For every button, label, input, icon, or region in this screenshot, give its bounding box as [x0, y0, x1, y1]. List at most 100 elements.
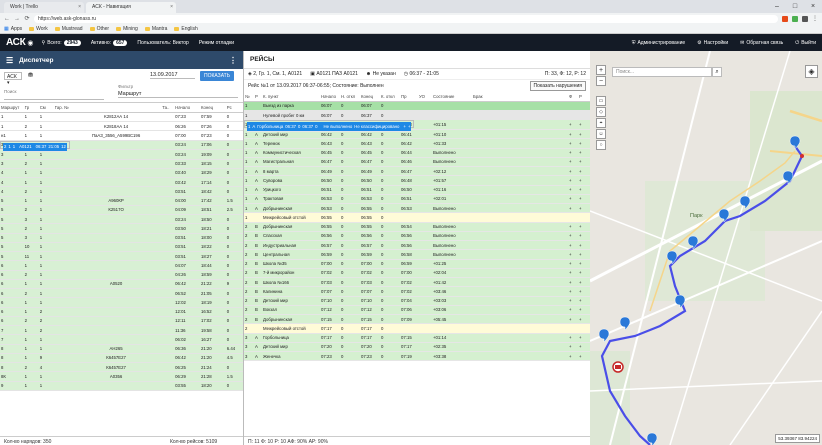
table-row[interactable]: 2 В Добрынинская 06:55 0 06:55 0 06:54 Выполнено… — [244, 222, 590, 232]
table-row[interactable]: 6 1 1 04:07 18:44 0 — [0, 260, 243, 271]
extension-icon[interactable] — [792, 15, 798, 22]
feedback-link[interactable]: ✉ Обратная связь — [740, 40, 783, 46]
table-row[interactable]: 5 3 1 03:24 18:50 0 — [0, 214, 243, 225]
column-header[interactable]: Гар. № — [53, 103, 71, 113]
table-row[interactable]: 5 11 1 03:51 18:27 0 — [0, 251, 243, 262]
column-header[interactable]: Ф — [568, 92, 578, 102]
table-row[interactable]: 8 1 9 К6457Е27 06:42 21:20 4.5 — [0, 353, 243, 364]
column-header[interactable]: № — [244, 92, 254, 102]
table-row[interactable]: 6 1 1 12:02 18:19 0 — [0, 297, 243, 308]
table-row[interactable]: 7 1 1 06:02 16:27 0 — [0, 334, 243, 345]
table-row[interactable]: 8 1 1 АН265 06:36 21:20 6.44 — [0, 344, 243, 354]
table-row[interactable]: 2 1 1 А0121 06:37 21:05 12 — [0, 140, 70, 153]
map-canvas[interactable] — [590, 51, 822, 445]
settings-link[interactable]: ⚙ Настройки — [697, 40, 728, 46]
table-row[interactable]: 2 В Центральная 06:59 0 06:59 0 06:58 Выполнено +… — [244, 249, 590, 260]
url-field[interactable]: https://web.ask-glonass.ru — [34, 14, 778, 23]
show-violations-button[interactable]: Показать нарушения — [529, 81, 586, 91]
ruler-icon[interactable]: ▭ — [596, 96, 606, 106]
table-row[interactable]: 1 Выезд из парка 06:07 0 06:07 0 — [244, 101, 590, 112]
table-row[interactable]: 6 2 2 12:11 17:02 0 — [0, 316, 243, 327]
search-input[interactable] — [4, 96, 104, 100]
map-panel[interactable]: Парк Поиск... ⌕ + − ▭ ◇ ⌖ ☺ ○ ◈ 53.39367… — [590, 51, 822, 445]
column-header[interactable]: Конец — [199, 103, 226, 113]
table-row[interactable]: 2 В Вокзал 07:12 0 07:12 0 07:06 +03:06 + + — [244, 305, 590, 316]
browser-tab-ask[interactable]: АСК - Навигация × — [86, 2, 176, 13]
column-header[interactable]: Р — [254, 92, 262, 102]
circle-tool-icon[interactable]: ○ — [596, 140, 606, 150]
bookmark-mining[interactable]: Mining — [116, 26, 138, 32]
table-row[interactable]: 1 2 1 K2818АА 14 06:26 07:26 0 — [0, 121, 243, 132]
table-row[interactable]: 8 2 4 К6457Е27 06:25 21:24 0 — [0, 362, 243, 373]
column-header[interactable] — [528, 92, 568, 102]
filter-select[interactable]: Маршрут — [118, 91, 238, 98]
table-row[interactable]: 9 1 1 03:55 18:20 0 — [0, 381, 243, 391]
minimize-icon[interactable]: – — [768, 0, 786, 13]
table-row[interactable]: 1 А Добрынинская 06:53 0 06:55 0 06:53 Выполнено… — [244, 203, 590, 214]
bookmark-english[interactable]: English — [174, 26, 198, 32]
table-row[interactable]: 3 2 1 03:33 18:15 0 — [0, 159, 243, 169]
table-row[interactable]: 5 1 1 А960КР 04:00 17:42 1.5 — [0, 196, 243, 206]
column-header[interactable]: См — [38, 103, 54, 113]
close-icon[interactable]: × — [170, 4, 173, 10]
debug-mode-label[interactable]: Режим отладки — [199, 40, 234, 46]
close-icon[interactable]: × — [78, 4, 81, 10]
table-row[interactable]: 2 В Индустриальная 06:57 0 06:57 0 06:56 Выполне… — [244, 240, 590, 251]
bookmark-work[interactable]: Work — [29, 26, 48, 32]
table-row[interactable]: 4 2 1 03:51 18:42 0 — [0, 186, 243, 197]
browser-tab-trello[interactable]: Work | Trello × — [4, 2, 84, 13]
column-header[interactable]: Конец — [360, 92, 380, 102]
table-row[interactable]: 2 В Школа №166 07:03 0 07:03 0 07:02 +01:42 + + — [244, 277, 590, 288]
column-header[interactable]: Начало — [174, 103, 200, 113]
table-row[interactable]: 5 3 1 03:51 18:00 0 — [0, 233, 243, 243]
column-header[interactable]: Рс — [225, 103, 243, 113]
kebab-icon[interactable]: ⋮ — [229, 56, 237, 65]
column-header[interactable]: Начало — [320, 92, 340, 102]
table-row[interactable]: 4 1 1 03:40 18:29 0 — [0, 168, 243, 179]
table-row[interactable]: 2 Межрейсовый отстой 07:17 0 07:17 0 — [244, 323, 590, 334]
table-row[interactable]: 1 А Урицкого 06:51 0 06:51 0 06:50 +01:16 + + — [244, 185, 590, 195]
table-row[interactable]: 1А8 марта 06:49 0 06:49 0 06:47 +02:12 + + — [244, 166, 590, 177]
extension-icon[interactable] — [782, 15, 788, 22]
column-header[interactable]: Состояние — [432, 92, 472, 102]
table-row[interactable]: 2 В 7-й микрорайон 07:02 0 07:02 0 07:00 +02:04 +… — [244, 268, 590, 279]
polygon-icon[interactable]: ◇ — [596, 107, 606, 117]
table-row[interactable]: 5 2 1 03:50 18:21 0 — [0, 223, 243, 234]
table-row[interactable]: 4 1 1 03:42 17:14 0 — [0, 177, 243, 188]
table-row[interactable]: 1 Нулевой пробег 0 км 06:07 0 06:37 0 — [244, 110, 590, 121]
table-row[interactable]: 1 А Трактовая 06:53 0 06:53 0 06:51 +02:01 + + — [244, 194, 590, 205]
bookmark-apps[interactable]: ▦ Apps — [4, 26, 22, 32]
column-header[interactable]: Р — [578, 92, 590, 102]
bookmark-other[interactable]: Other — [89, 26, 109, 32]
column-header[interactable]: Маршрут — [0, 103, 24, 113]
table-row[interactable]: 1 А Суворова 06:50 0 06:50 0 06:48 +01:57 + + — [244, 175, 590, 186]
user-label[interactable]: Пользователь: Виктор — [137, 40, 188, 46]
exit-link[interactable]: ⏻ Выйти — [795, 40, 816, 46]
table-row[interactable]: 5 2 1 К2517О 04:09 18:51 2.5 — [0, 205, 243, 216]
table-row[interactable]: 2 В Калинина 07:07 0 07:07 0 07:02 +03:46 + + — [244, 286, 590, 297]
table-row[interactable]: 2 В Детский мир 07:10 0 07:10 0 07:04 +03:03 + + — [244, 296, 590, 306]
reload-icon[interactable]: ⟳ — [24, 15, 30, 22]
table-row[interactable]: 1 А Теремок 06:43 0 06:43 0 06:42 +01:33 + + — [244, 138, 590, 149]
forward-icon[interactable]: → — [14, 16, 20, 22]
column-header[interactable]: Н. откл — [340, 92, 360, 102]
column-header[interactable]: Гр — [23, 103, 39, 113]
table-row[interactable]: 2 В Добрынинская 07:15 0 07:15 0 07:09 +05:45 + + — [244, 314, 590, 325]
table-row[interactable]: 3 А Женечка 07:23 0 07:23 0 07:19 +03:38 + + — [244, 351, 590, 362]
table-row[interactable]: 8К 1 1 А0356 06:29 21:28 1.5 — [0, 371, 243, 382]
table-row[interactable]: 2 В Спасская 06:56 0 06:56 0 06:56 Выполнено + + — [244, 231, 590, 242]
table-row[interactable]: 6 2 1 04:26 18:59 0 — [0, 270, 243, 280]
search-icon[interactable]: ⌕ — [712, 67, 722, 77]
bookmark-mantra[interactable]: Mantra — [144, 26, 167, 32]
zoom-in-button[interactable]: + — [596, 65, 606, 75]
table-row[interactable]: н1 1 1 ПаАЗ_3556_А599ВС196 07:00 07:23 0 — [0, 130, 243, 141]
column-header[interactable]: Брак — [472, 92, 528, 102]
org-select[interactable]: АСК ▾ — [4, 72, 22, 86]
table-row[interactable]: 1 Межрейсовый отстой 06:55 0 06:55 0 — [244, 212, 590, 223]
show-button[interactable]: ПОКАЗАТЬ — [200, 71, 234, 81]
date-field[interactable]: 13.09.2017 — [150, 72, 195, 79]
street-view-icon[interactable]: ☺ — [596, 129, 606, 139]
table-row[interactable]: 6 2 1 06:52 21:05 0 — [0, 288, 243, 299]
table-row[interactable]: 1 А Коммунистическая 06:45 0 06:45 0 06:44 Выпол… — [244, 148, 590, 158]
column-header[interactable]: Пр — [400, 92, 418, 102]
